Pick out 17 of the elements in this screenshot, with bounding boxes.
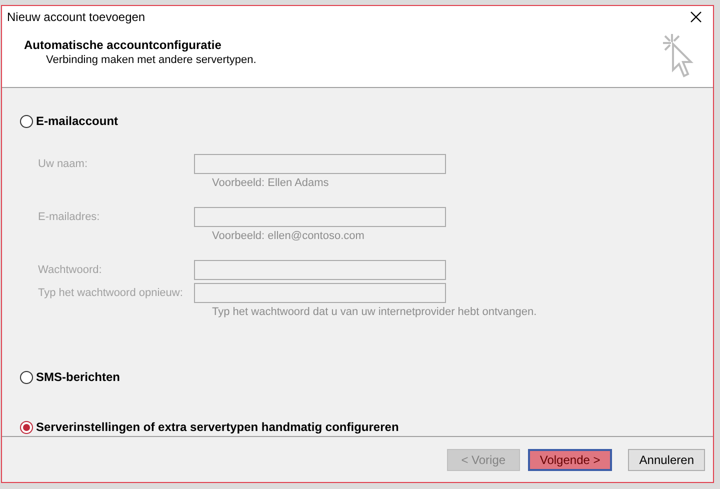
field-hint: Voorbeeld: ellen@contoso.com xyxy=(211,230,364,243)
dialog-button[interactable]: Volgende > xyxy=(528,448,612,470)
close-icon xyxy=(690,11,702,23)
radio-option[interactable]: E-mailaccount xyxy=(20,114,118,128)
header-subtitle: Verbinding maken met andere servertypen. xyxy=(45,54,256,66)
field-label: Wachtwoord: xyxy=(38,264,103,276)
radio-option[interactable]: Serverinstellingen of extra servertypen handmatig configureren xyxy=(20,420,399,434)
cursor-sparkle-icon xyxy=(661,32,695,80)
radio-option[interactable]: SMS-berichten xyxy=(20,370,120,384)
dialog-button[interactable]: Annuleren xyxy=(628,448,705,470)
field-label: Uw naam: xyxy=(38,158,89,170)
field-label: Typ het wachtwoord opnieuw: xyxy=(38,286,184,300)
field-hint: Voorbeeld: Ellen Adams xyxy=(211,177,329,190)
window-title: Nieuw account toevoegen xyxy=(7,10,146,24)
field-hint: Typ het wachtwoord dat u van uw internetprovider hebt ontvangen. xyxy=(211,306,537,319)
header-title: Automatische accountconfiguratie xyxy=(24,38,222,52)
field-label: E-mailadres: xyxy=(38,210,101,224)
